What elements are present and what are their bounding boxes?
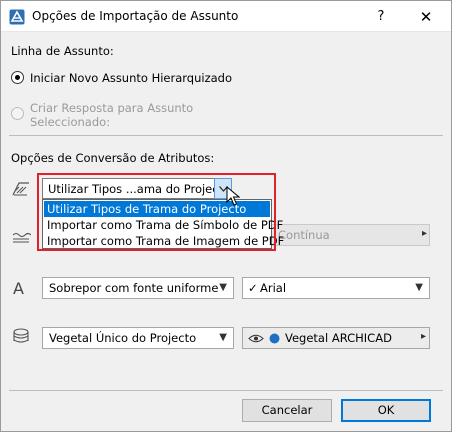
font-mode-dropdown[interactable]: Sobrepor com fonte uniforme ▼: [42, 277, 234, 299]
section-divider: [9, 135, 443, 136]
chevron-down-icon: ▼: [219, 282, 227, 293]
title-bar: Opções de Importação de Assunto ? ✕: [1, 1, 451, 32]
line-type-value: Contínua: [278, 228, 330, 242]
reply-subject-label-line2: Seleccionado:: [30, 115, 111, 129]
ok-button[interactable]: OK: [341, 399, 431, 422]
archicad-app-icon: [9, 9, 25, 25]
surface-layers-icon: [13, 328, 29, 343]
close-button[interactable]: ✕: [411, 5, 441, 29]
surface-mode-value: Vegetal Único do Projecto: [49, 331, 197, 345]
font-mode-value: Sobrepor com fonte uniforme: [49, 281, 219, 295]
chevron-down-icon: ▼: [219, 332, 227, 343]
font-value: Arial: [260, 281, 287, 295]
mouse-cursor-icon: [226, 186, 240, 206]
reply-subject-label-line1: Criar Resposta para Assunto: [30, 101, 194, 115]
fill-pattern-icon: [12, 182, 29, 196]
footer-divider: [9, 390, 443, 391]
import-options-dialog: Opções de Importação de Assunto ? ✕ Linh…: [0, 0, 452, 432]
font-check-icon: ✓: [248, 281, 258, 295]
new-subject-radio[interactable]: [11, 71, 24, 84]
reply-subject-radio[interactable]: [11, 107, 24, 120]
help-button[interactable]: ?: [366, 5, 396, 29]
surface-dropdown[interactable]: Vegetal ARCHICAD ▸: [242, 327, 430, 349]
line-type-icon: [12, 232, 31, 243]
chevron-right-icon: ▸: [420, 331, 426, 342]
eye-icon: [248, 334, 264, 343]
highlight-frame: [37, 173, 276, 251]
cancel-button[interactable]: Cancelar: [242, 399, 332, 422]
font-icon: A: [13, 279, 24, 298]
surface-mode-dropdown[interactable]: Vegetal Único do Projecto ▼: [42, 327, 234, 349]
new-subject-label: Iniciar Novo Assunto Hierarquizado: [30, 71, 233, 85]
attribute-conversion-heading: Opções de Conversão de Atributos:: [11, 151, 215, 165]
font-dropdown[interactable]: ✓ Arial ▼: [242, 277, 430, 299]
window-title: Opções de Importação de Assunto: [32, 9, 239, 23]
surface-value: Vegetal ARCHICAD: [285, 331, 392, 345]
chevron-down-icon: ▼: [415, 282, 423, 293]
chevron-right-icon: ▸: [421, 228, 427, 239]
subject-line-heading: Linha de Assunto:: [11, 44, 114, 58]
surface-swatch-icon: [269, 333, 280, 344]
